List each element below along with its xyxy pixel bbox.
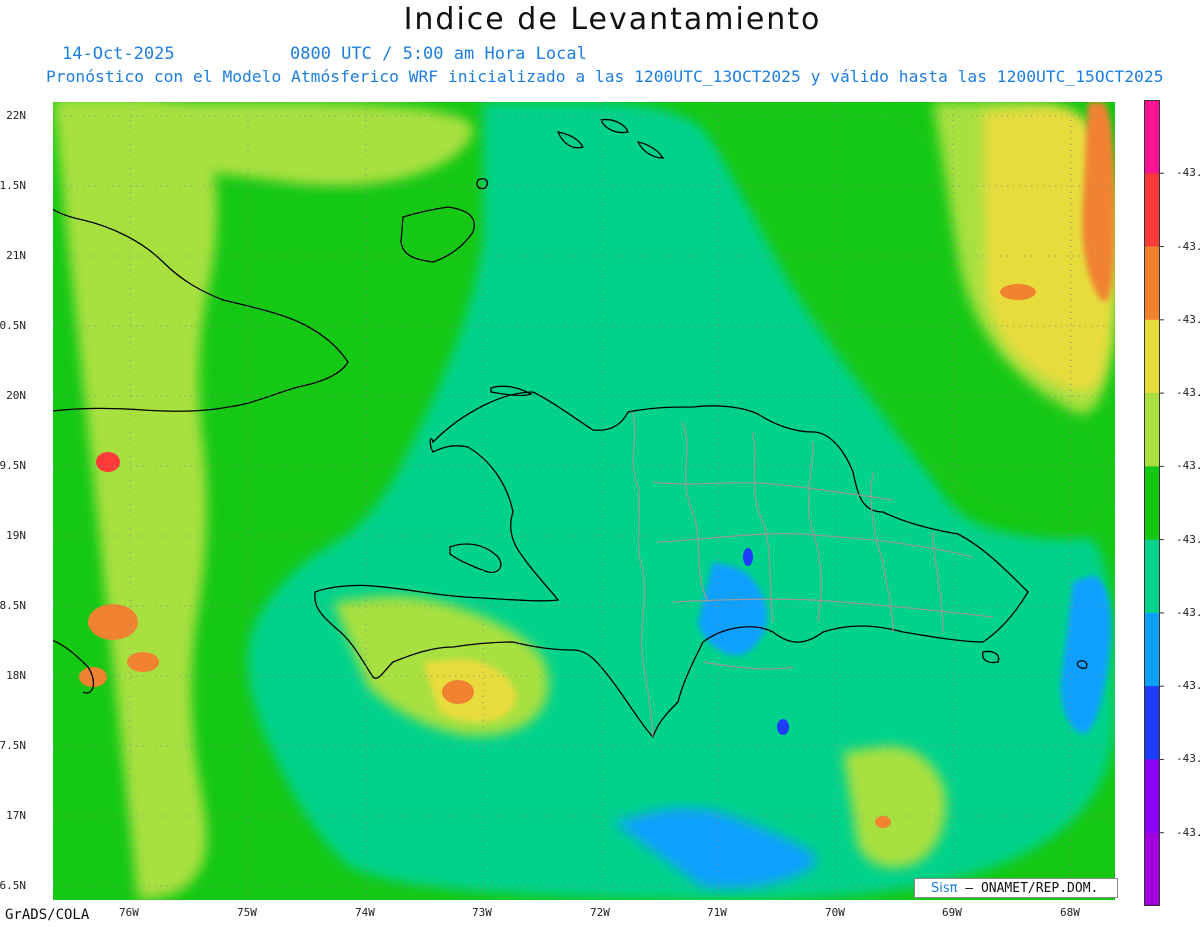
colorbar-label: -43.7 <box>1176 605 1200 619</box>
spot-orange-5 <box>1000 284 1036 300</box>
time-label: 0800 UTC / 5:00 am Hora Local <box>290 44 587 64</box>
colorbar-label: -43.6 <box>1176 459 1200 473</box>
credit-text: – ONAMET/REP.DOM. <box>965 881 1099 896</box>
colorbar-label: -43.4 <box>1176 239 1200 253</box>
lon-label: 69W <box>942 906 962 919</box>
lat-label: 7.5N <box>0 739 26 752</box>
lat-label: 6.5N <box>0 879 26 892</box>
spot-orange-2 <box>127 652 159 672</box>
spot-orange-1 <box>88 604 138 640</box>
lat-label: 18N <box>6 669 26 682</box>
lon-label: 72W <box>590 906 610 919</box>
colorbar-label: -43.5 <box>1176 312 1200 326</box>
forecast-info: Pronóstico con el Modelo Atmósferico WRF… <box>46 67 1164 86</box>
colorbar-label: -43.6 <box>1176 532 1200 546</box>
colorbar-label: -43.8 <box>1176 679 1200 693</box>
colorbar-swatch <box>1144 173 1160 248</box>
lifted-index-map <box>53 102 1115 900</box>
colorbar-swatch <box>1144 686 1160 760</box>
software-credit: GrADS/COLA <box>5 907 90 923</box>
spot-red-1 <box>96 452 120 472</box>
spot-orange-6 <box>875 816 891 828</box>
lat-label: 1.5N <box>0 179 26 192</box>
colorbar-swatch <box>1144 832 1160 906</box>
colorbar-swatch <box>1144 100 1160 174</box>
colorbar-swatch <box>1144 246 1160 321</box>
lat-label: 22N <box>6 109 26 122</box>
lon-label: 71W <box>707 906 727 919</box>
lat-label: 20N <box>6 389 26 402</box>
colorbar-label: -43.3 <box>1176 166 1200 180</box>
colorbar-label: -43.9 <box>1176 825 1200 839</box>
colorbar-swatch <box>1144 466 1160 541</box>
colorbar-swatch <box>1144 539 1160 614</box>
lat-label: 21N <box>6 249 26 262</box>
lon-label: 76W <box>119 906 139 919</box>
lon-label: 73W <box>472 906 492 919</box>
map-title: Indice de Levantamiento <box>403 2 822 37</box>
colorbar-label: -43.5 <box>1176 386 1200 400</box>
lat-label: 0.5N <box>0 319 26 332</box>
lat-label: 17N <box>6 809 26 822</box>
lon-label: 68W <box>1060 906 1080 919</box>
lat-label: 9.5N <box>0 459 26 472</box>
lon-label: 75W <box>237 906 257 919</box>
colorbar <box>1144 100 1164 906</box>
colorbar-label: -43.8 <box>1176 752 1200 766</box>
colorbar-swatch <box>1144 319 1160 394</box>
colorbar-swatch <box>1144 759 1160 834</box>
colorbar-swatch <box>1144 612 1160 687</box>
spot-orange-4 <box>442 680 474 704</box>
lat-label: 8.5N <box>0 599 26 612</box>
source-credit: Sisπ – ONAMET/REP.DOM. <box>914 878 1118 898</box>
lon-label: 74W <box>355 906 375 919</box>
spot-darkblue-1 <box>743 548 753 566</box>
lat-label: 19N <box>6 529 26 542</box>
spot-darkblue-2 <box>777 719 789 735</box>
colorbar-swatch <box>1144 393 1160 467</box>
sispi-logo-text: Sisπ <box>931 881 958 896</box>
lon-label: 70W <box>825 906 845 919</box>
date-label: 14-Oct-2025 <box>62 44 175 64</box>
